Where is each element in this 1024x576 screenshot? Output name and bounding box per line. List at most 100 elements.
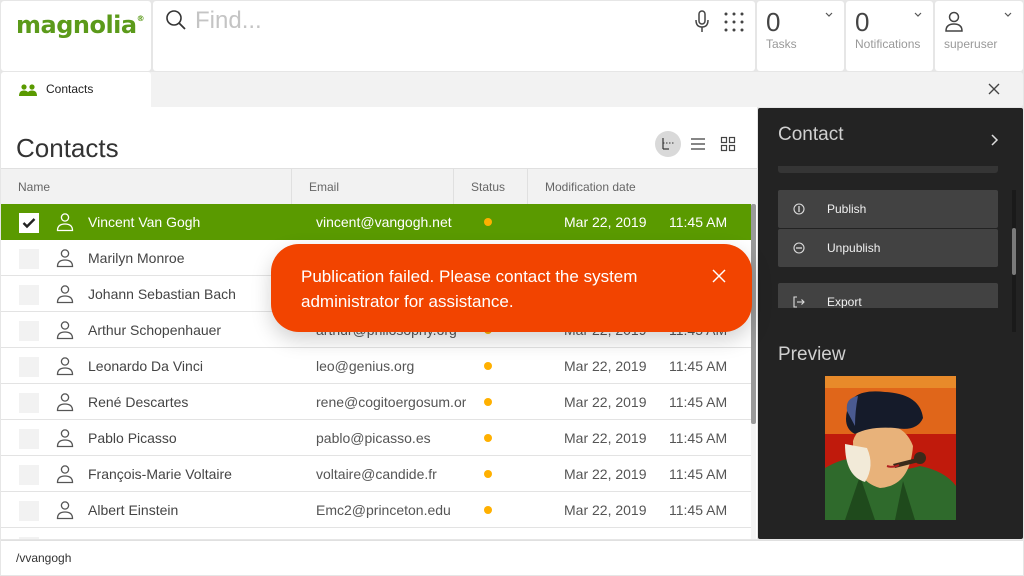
export-icon xyxy=(793,296,805,308)
logo-text: magnolia xyxy=(16,11,137,39)
search-bar xyxy=(153,1,755,71)
contact-name: Johann Sebastian Bach xyxy=(88,286,236,302)
preview-image xyxy=(825,376,956,520)
tree-view-icon xyxy=(662,138,674,150)
table-scrollbar[interactable] xyxy=(751,204,756,539)
status-bar: /vvangogh xyxy=(1,540,1023,575)
list-view-icon xyxy=(691,138,705,150)
tab-contacts[interactable]: Contacts xyxy=(1,72,151,108)
apps-grid-icon[interactable] xyxy=(723,11,745,33)
table-row[interactable]: Pablo Picasso pablo@picasso.es Mar 22, 201… xyxy=(1,420,751,456)
close-app-icon[interactable] xyxy=(987,82,1001,96)
contact-email: voltaire@candide.fr xyxy=(316,466,437,482)
row-checkbox[interactable] xyxy=(19,501,39,521)
contact-name: François-Marie Voltaire xyxy=(88,466,232,482)
contact-name: Albert Einstein xyxy=(88,502,179,518)
chevron-right-icon[interactable] xyxy=(990,134,999,146)
notifications-label: Notifications xyxy=(855,37,921,51)
table-row[interactable]: François-Marie Voltaire voltaire@candide.… xyxy=(1,456,751,492)
contact-email: rene@cogitoergosum.org xyxy=(316,394,466,410)
contact-email: leo@genius.org xyxy=(316,358,415,374)
action-item-partial[interactable] xyxy=(778,166,998,173)
chevron-down-icon xyxy=(914,12,922,17)
contact-name: Pablo Picasso xyxy=(88,430,177,446)
magnolia-logo[interactable]: magnolia® xyxy=(16,11,145,39)
chevron-down-icon xyxy=(825,12,833,17)
column-header-name[interactable]: Name xyxy=(1,169,292,204)
table-row[interactable]: Leonardo Da Vinci leo@genius.org Mar 22, 2… xyxy=(1,348,751,384)
modification-date: Mar 22, 2019 xyxy=(564,502,647,518)
action-panel-title: Contact xyxy=(778,124,844,145)
row-checkbox[interactable] xyxy=(19,321,39,341)
contact-name: Marilyn Monroe xyxy=(88,250,185,266)
row-checkbox[interactable] xyxy=(19,285,39,305)
preview-title: Preview xyxy=(778,344,846,365)
modification-time: 11:45 AM xyxy=(669,214,728,230)
modification-time: 11:45 AM xyxy=(669,430,728,446)
table-scroll-thumb[interactable] xyxy=(751,204,756,424)
notifications-count: 0 xyxy=(855,7,870,37)
contact-icon xyxy=(56,249,74,268)
action-panel-scrollbar[interactable] xyxy=(1012,190,1016,332)
contact-icon xyxy=(56,501,74,520)
chevron-down-icon xyxy=(1004,12,1012,17)
status-indicator xyxy=(484,506,492,514)
contact-icon xyxy=(56,429,74,448)
modification-date: Mar 22, 2019 xyxy=(564,466,647,482)
user-menu-button[interactable]: superuser xyxy=(935,1,1023,71)
microphone-icon[interactable] xyxy=(693,10,711,34)
status-indicator xyxy=(484,362,492,370)
page-title: Contacts xyxy=(16,133,119,163)
status-indicator xyxy=(484,398,492,406)
contact-name: Vincent Van Gogh xyxy=(88,214,201,230)
row-checkbox[interactable] xyxy=(19,429,39,449)
table-row[interactable]: René Descartes rene@cogitoergosum.org Mar … xyxy=(1,384,751,420)
column-header-modification-date[interactable]: Modification date xyxy=(528,169,757,204)
modification-date: Mar 22, 2019 xyxy=(564,394,647,410)
publish-action[interactable]: Publish xyxy=(778,190,998,228)
unpublish-icon xyxy=(793,242,805,254)
contact-name: Leonardo Da Vinci xyxy=(88,358,203,374)
unpublish-action[interactable]: Unpublish xyxy=(778,229,998,267)
table-row[interactable]: Albert Einstein Emc2@princeton.edu Mar 22,… xyxy=(1,492,751,528)
publish-label: Publish xyxy=(827,202,867,216)
row-checkbox[interactable] xyxy=(19,213,39,233)
modification-date: Mar 22, 2019 xyxy=(564,358,647,374)
column-header-status[interactable]: Status xyxy=(454,169,528,204)
column-header-email[interactable]: Email xyxy=(292,169,454,204)
action-panel-scroll-thumb[interactable] xyxy=(1012,228,1016,275)
table-row[interactable]: Vincent Van Gogh vincent@vangogh.net Mar 2… xyxy=(1,204,751,240)
contact-icon xyxy=(56,357,74,376)
tree-view-button[interactable] xyxy=(655,131,681,157)
contact-email: vincent@vangogh.net xyxy=(316,214,452,230)
search-input[interactable] xyxy=(195,5,675,37)
contact-icon xyxy=(56,213,74,232)
tasks-button[interactable]: 0 Tasks xyxy=(757,1,844,71)
modification-time: 11:45 AM xyxy=(669,358,728,374)
row-checkbox[interactable] xyxy=(19,537,39,539)
modification-time: 11:45 AM xyxy=(669,394,728,410)
checkmark-icon xyxy=(22,218,36,229)
table-row[interactable] xyxy=(1,528,751,539)
row-checkbox[interactable] xyxy=(19,393,39,413)
action-panel: Contact Publish Unpublish Export Preview xyxy=(758,108,1023,539)
notifications-button[interactable]: 0 Notifications xyxy=(846,1,933,71)
row-checkbox[interactable] xyxy=(19,249,39,269)
contacts-icon xyxy=(19,84,37,96)
publish-icon xyxy=(793,203,805,215)
modification-date: Mar 22, 2019 xyxy=(564,214,647,230)
export-action[interactable]: Export xyxy=(778,283,998,308)
thumbnail-view-button[interactable] xyxy=(715,131,741,157)
list-view-button[interactable] xyxy=(685,131,711,157)
row-checkbox[interactable] xyxy=(19,465,39,485)
user-icon xyxy=(945,11,963,32)
unpublish-label: Unpublish xyxy=(827,241,881,255)
modification-date: Mar 22, 2019 xyxy=(564,430,647,446)
grid-view-icon xyxy=(720,136,736,152)
tasks-label: Tasks xyxy=(766,37,797,51)
contact-icon xyxy=(56,321,74,340)
contact-icon xyxy=(56,465,74,484)
close-notification-icon[interactable] xyxy=(712,269,726,283)
status-indicator xyxy=(484,434,492,442)
row-checkbox[interactable] xyxy=(19,357,39,377)
